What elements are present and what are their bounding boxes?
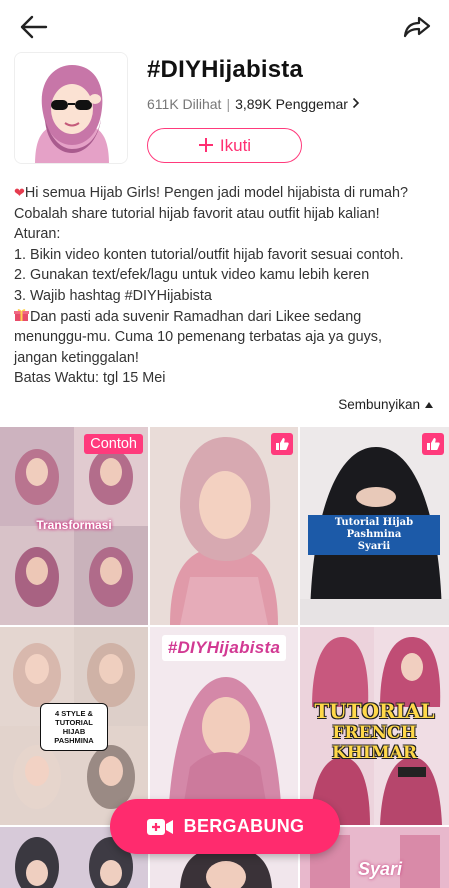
video-caption-box: 4 STYLE & TUTORIAL HIJAB PASHMINA — [40, 703, 108, 751]
follow-label: Ikuti — [219, 135, 252, 155]
video-thumbnail[interactable]: Tutorial Hijab Pashmina Syarii — [300, 427, 449, 625]
description-line: 2. Gunakan text/efek/lagu untuk video ka… — [14, 267, 370, 284]
page-title: #DIYHijabista — [147, 56, 303, 83]
video-caption: Transformasi — [36, 518, 112, 532]
video-thumbnail[interactable] — [150, 427, 298, 625]
topic-stats: 611K Dilihat | 3,89K Penggemar — [147, 96, 360, 112]
thumbs-up-icon — [422, 433, 444, 455]
views-count: 611K Dilihat — [147, 96, 222, 112]
video-caption-box: #DIYHijabista — [162, 635, 286, 661]
description-line: menunggu-mu. Cuma 10 pemenang terbatas a… — [14, 329, 382, 346]
video-caption: Syarii — [357, 541, 391, 552]
video-caption-box: Tutorial Hijab Pashmina Syarii — [308, 515, 440, 555]
plus-icon — [198, 135, 214, 157]
stats-separator: | — [226, 96, 231, 112]
video-thumbnail[interactable]: TUTORIAL FRENCH KHIMAR — [300, 627, 449, 825]
collapse-description-button[interactable]: Sembunyikan — [338, 397, 433, 412]
video-thumbnail[interactable]: #DIYHijabista — [150, 627, 298, 825]
video-caption: 4 STYLE & — [55, 709, 93, 718]
join-label: BERGABUNG — [183, 816, 305, 836]
video-caption: Tutorial Hijab Pashmina — [334, 517, 414, 540]
description-line: Batas Waktu: tgl 15 Mei — [14, 370, 166, 387]
topic-avatar — [14, 52, 128, 164]
video-caption: PASHMINA — [54, 736, 94, 745]
fans-link[interactable]: 3,89K Penggemar — [235, 96, 360, 112]
video-thumbnail[interactable]: Contoh Transformasi — [0, 427, 148, 625]
triangle-up-icon — [425, 401, 433, 408]
description-line: 1. Bikin video konten tutorial/outfit hi… — [14, 246, 404, 263]
description-line: ❤Hi semua Hijab Girls! Pengen jadi model… — [14, 185, 409, 201]
heart-icon: ❤ — [14, 185, 25, 200]
gift-icon — [14, 308, 29, 322]
video-caption: FRENCH KHIMAR — [332, 723, 417, 763]
video-caption: Syari — [357, 859, 403, 879]
video-caption: HIJAB — [62, 727, 86, 736]
topic-header: #DIYHijabista 611K Dilihat | 3,89K Pengg… — [0, 50, 449, 170]
fans-count: 3,89K Penggemar — [235, 96, 348, 112]
description-line: Cobalah share tutorial hijab favorit ata… — [14, 205, 380, 222]
video-caption: TUTORIAL — [314, 699, 435, 723]
video-thumbnail[interactable]: 4 STYLE & TUTORIAL HIJAB PASHMINA — [0, 627, 148, 825]
collapse-label: Sembunyikan — [338, 397, 420, 412]
video-caption: #DIYHijabista — [167, 638, 281, 657]
video-camera-icon — [146, 817, 174, 837]
description-line: Dan pasti ada suvenir Ramadhan dari Like… — [14, 307, 439, 328]
arrow-left-icon[interactable] — [18, 12, 50, 42]
description-line: jangan ketinggalan! — [14, 349, 139, 366]
thumbs-up-icon — [271, 433, 293, 455]
share-arrow-icon[interactable] — [401, 12, 433, 42]
video-caption: TUTORIAL — [55, 718, 93, 727]
follow-button[interactable]: Ikuti — [147, 128, 302, 163]
chevron-right-icon — [352, 96, 360, 112]
description-line: 3. Wajib hashtag #DIYHijabista — [14, 287, 212, 304]
description-line: Aturan: — [14, 226, 61, 243]
join-button[interactable]: BERGABUNG — [110, 799, 340, 854]
topic-description: ❤Hi semua Hijab Girls! Pengen jadi model… — [14, 183, 439, 389]
top-bar — [0, 0, 449, 52]
example-badge: Contoh — [84, 434, 143, 454]
